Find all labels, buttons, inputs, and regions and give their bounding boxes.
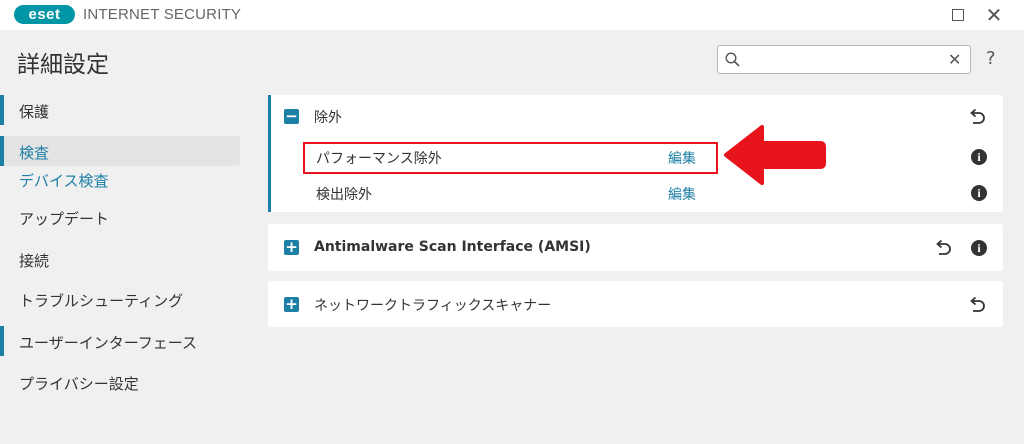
expand-icon[interactable]: + <box>284 297 299 312</box>
sidebar-item-label: 検査 <box>19 144 50 162</box>
sidebar-item-update[interactable]: アップデート <box>0 202 240 232</box>
red-arrow-icon <box>724 125 826 185</box>
info-icon[interactable]: i <box>971 240 987 256</box>
sidebar-item-protection[interactable]: 保護 <box>0 95 240 125</box>
sidebar-item-connection[interactable]: 接続 <box>0 244 240 274</box>
sidebar-marker <box>0 136 4 166</box>
revert-icon[interactable] <box>968 108 986 126</box>
revert-icon[interactable] <box>968 296 986 314</box>
maximize-button[interactable] <box>940 0 976 30</box>
network-traffic-scanner-panel[interactable]: + ネットワークトラフィックスキャナー <box>268 281 1003 327</box>
panel-title: Antimalware Scan Interface (AMSI) <box>314 239 591 255</box>
amsi-panel[interactable]: + Antimalware Scan Interface (AMSI) i <box>268 224 1003 271</box>
info-icon[interactable]: i <box>971 149 987 165</box>
collapse-icon[interactable]: − <box>284 109 299 124</box>
maximize-icon <box>952 9 964 21</box>
revert-icon[interactable] <box>934 239 952 257</box>
sidebar-item-label: トラブルシューティング <box>19 292 184 310</box>
sidebar-item-scan[interactable]: 検査 <box>0 136 240 166</box>
search-icon <box>725 52 740 67</box>
sidebar-item-privacy[interactable]: プライバシー設定 <box>0 367 240 397</box>
search-input[interactable] <box>746 49 936 70</box>
help-icon[interactable]: ? <box>986 48 996 69</box>
info-icon[interactable]: i <box>971 185 987 201</box>
sidebar-marker <box>0 95 4 125</box>
panel-accent <box>268 95 271 212</box>
sidebar-marker <box>0 326 4 356</box>
sidebar-item-label: プライバシー設定 <box>19 375 139 393</box>
highlight-box <box>303 142 718 174</box>
eset-logo: eset <box>14 5 75 24</box>
title-bar: eset INTERNET SECURITY ✕ <box>0 0 1024 30</box>
sidebar-item-user-interface[interactable]: ユーザーインターフェース <box>0 326 240 356</box>
detection-exclusions-label: 検出除外 <box>316 187 372 203</box>
close-icon: ✕ <box>985 3 1003 27</box>
expand-icon[interactable]: + <box>284 240 299 255</box>
product-name: INTERNET SECURITY <box>83 6 242 23</box>
sidebar-item-troubleshooting[interactable]: トラブルシューティング <box>0 284 240 314</box>
sidebar-item-label: アップデート <box>19 210 110 228</box>
clear-search-icon[interactable]: ✕ <box>948 50 961 69</box>
panel-title: 除外 <box>314 110 342 126</box>
sidebar-item-label: 保護 <box>19 103 50 121</box>
page-title: 詳細設定 <box>17 52 109 78</box>
sidebar-item-label: 接続 <box>19 252 50 270</box>
sidebar-item-label: ユーザーインターフェース <box>19 334 198 352</box>
close-button[interactable]: ✕ <box>976 0 1012 30</box>
edit-detection-exclusions-link[interactable]: 編集 <box>668 184 696 204</box>
panel-title: ネットワークトラフィックスキャナー <box>314 298 552 314</box>
search-box[interactable]: ✕ <box>717 45 971 74</box>
sidebar-item-label: デバイス検査 <box>19 172 109 190</box>
sidebar-item-device-scan[interactable]: デバイス検査 <box>0 164 240 194</box>
